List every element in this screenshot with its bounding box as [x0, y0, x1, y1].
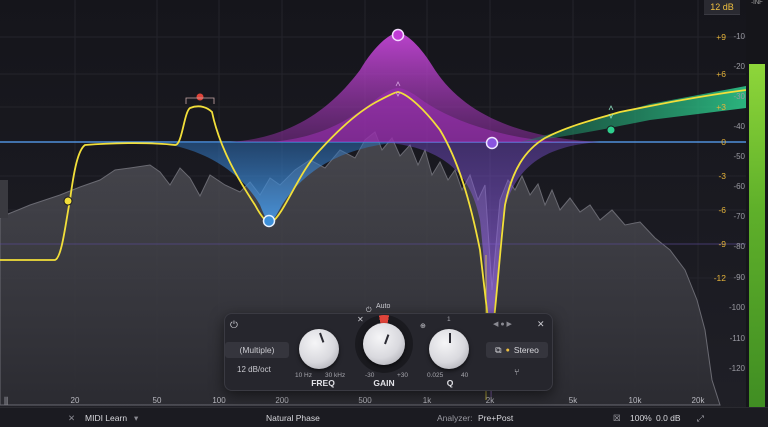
stereo-label: Stereo: [513, 345, 539, 355]
band-2-handle[interactable]: [195, 92, 205, 102]
band-nav-icons[interactable]: ◀ ● ▶: [493, 320, 512, 328]
bottom-toolbar: ✕ MIDI Learn ▾ Natural Phase Analyzer: P…: [0, 407, 768, 427]
db-tick: -30: [733, 92, 745, 101]
processing-mode-selector[interactable]: Natural Phase: [266, 413, 320, 423]
knob-pointer: [384, 334, 390, 345]
db-tick: -10: [733, 32, 745, 41]
gain-close-icon[interactable]: ✕: [357, 315, 364, 324]
db-tick: -70: [733, 212, 745, 221]
output-level-meter: -INF: [746, 0, 768, 427]
band-1-handle[interactable]: [63, 196, 73, 206]
band-bypass-icon[interactable]: ⏻: [366, 307, 372, 315]
freq-tick: 20k: [691, 396, 705, 405]
trash-icon[interactable]: ☒: [613, 413, 621, 424]
filter-type-selector[interactable]: (Multiple): [225, 342, 289, 358]
gain-tick: +9: [716, 32, 726, 42]
gain-knob-label: GAIN: [373, 378, 395, 388]
q-link-icon[interactable]: ⊕: [420, 322, 426, 330]
zoom-value[interactable]: 100%: [630, 413, 652, 423]
db-tick: -100: [728, 303, 745, 312]
freq-tick: 5k: [568, 396, 578, 405]
gain-tick: -6: [718, 205, 726, 215]
stereo-placement-selector[interactable]: ⧉ ● Stereo: [486, 342, 548, 358]
q-center-label: 1: [447, 316, 451, 323]
band-6-handle[interactable]: [606, 125, 616, 135]
band-5-handle[interactable]: [485, 136, 499, 150]
q-knob-label: Q: [446, 378, 454, 388]
band-4-handle[interactable]: [391, 28, 405, 42]
db-tick: -80: [733, 242, 745, 251]
display-range-selector[interactable]: 12 dB: [704, 0, 740, 15]
band-settings-panel: ⏻ (Multiple) 12 dB/oct 10 Hz 30 kHz FREQ…: [224, 303, 553, 391]
close-panel-icon[interactable]: ✕: [537, 319, 545, 330]
piano-roll-icon[interactable]: ⫼: [4, 396, 8, 407]
filter-type-label: (Multiple): [239, 345, 275, 355]
db-tick: -40: [733, 122, 745, 131]
freq-tick: 2k: [485, 396, 495, 405]
band-power-icon[interactable]: ⏻: [230, 320, 238, 331]
freq-knob-label: FREQ: [311, 378, 335, 388]
spectrum-left-shelf: [0, 180, 8, 218]
db-tick: -60: [733, 182, 745, 191]
db-tick: -20: [733, 62, 745, 71]
analyzer-mode-selector[interactable]: Pre+Post: [478, 413, 513, 423]
freq-tick: 50: [152, 396, 162, 405]
db-tick: -50: [733, 152, 745, 161]
meter-peak-label: -INF: [751, 0, 763, 6]
output-gain-value[interactable]: 0.0 dB: [656, 413, 681, 423]
midi-learn-button[interactable]: MIDI Learn: [85, 413, 127, 423]
close-icon[interactable]: ✕: [68, 413, 75, 424]
freq-tick: 100: [212, 396, 226, 405]
freq-tick: 1k: [422, 396, 432, 405]
q-knob[interactable]: [429, 329, 469, 369]
gain-tick: -3: [718, 171, 726, 181]
freq-tick: 20: [70, 396, 80, 405]
freq-tick: 10k: [628, 396, 642, 405]
meter-level-bar: [749, 64, 765, 427]
db-tick: -90: [733, 273, 745, 282]
fullscreen-icon[interactable]: ⤢: [697, 413, 704, 424]
dynamic-mode-icon[interactable]: ⑂: [514, 367, 519, 377]
gain-tick: 0: [721, 137, 726, 147]
gain-knob[interactable]: [363, 323, 405, 365]
eq-plugin-window: 12 dB +9 +6 +3 0 -3 -6 -9 -12 -10 -20 -3…: [0, 0, 768, 427]
freq-tick: 200: [275, 396, 289, 405]
gain-tick: -9: [718, 239, 726, 249]
band-3-handle[interactable]: [262, 214, 276, 228]
freq-tick: 500: [358, 396, 372, 405]
gain-tick: -12: [713, 273, 726, 283]
chevron-down-icon[interactable]: ▾: [134, 413, 138, 424]
stereo-link-icon: ⧉: [495, 344, 502, 355]
db-tick: -120: [728, 364, 745, 373]
filter-slope-selector[interactable]: 12 dB/oct: [237, 365, 271, 374]
auto-gain-toggle[interactable]: Auto: [376, 303, 390, 310]
gain-tick: +3: [716, 102, 726, 112]
freq-knob[interactable]: [299, 329, 339, 369]
knob-pointer: [449, 333, 451, 343]
knob-pointer: [319, 332, 325, 343]
analyzer-label: Analyzer:: [437, 413, 473, 423]
db-tick: -110: [729, 334, 745, 343]
auto-gain-label: Auto: [376, 303, 391, 310]
gain-tick: +6: [716, 69, 726, 79]
stereo-dot-icon: ●: [505, 346, 510, 354]
